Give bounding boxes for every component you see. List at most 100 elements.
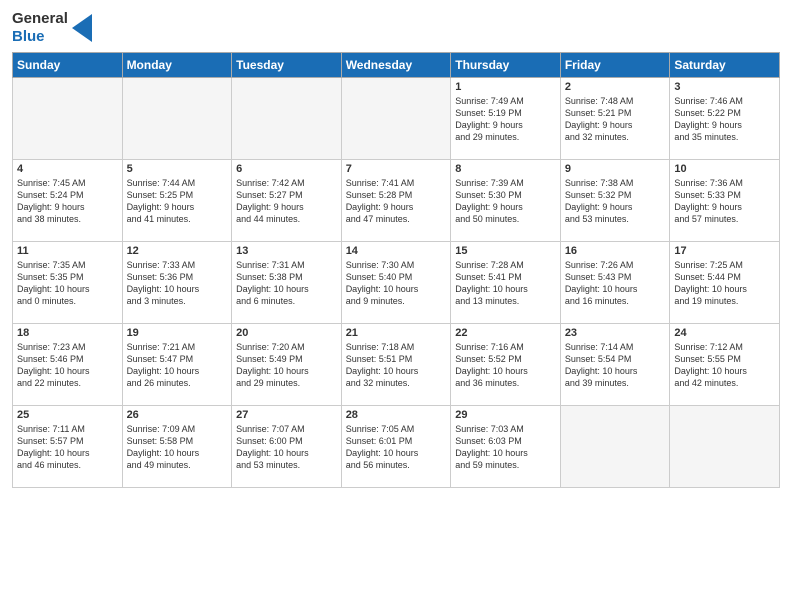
day-number: 4 (17, 163, 118, 175)
day-header-wednesday: Wednesday (341, 53, 451, 78)
day-info: Sunrise: 7:46 AM Sunset: 5:22 PM Dayligh… (674, 95, 775, 144)
calendar-cell (232, 78, 342, 160)
calendar-header-row: SundayMondayTuesdayWednesdayThursdayFrid… (13, 53, 780, 78)
day-info: Sunrise: 7:23 AM Sunset: 5:46 PM Dayligh… (17, 341, 118, 390)
calendar-cell: 25 Sunrise: 7:11 AM Sunset: 5:57 PM Dayli… (13, 406, 123, 488)
day-header-tuesday: Tuesday (232, 53, 342, 78)
calendar-cell: 1 Sunrise: 7:49 AM Sunset: 5:19 PM Daylig… (451, 78, 561, 160)
calendar-cell: 22Sunrise: 7:16 AM Sunset: 5:52 PM Dayli… (451, 324, 561, 406)
calendar-cell (670, 406, 780, 488)
day-number: 26 (127, 409, 228, 421)
day-number: 24 (674, 327, 775, 339)
day-info: Sunrise: 7:44 AM Sunset: 5:25 PM Dayligh… (127, 177, 228, 226)
calendar-cell: 6Sunrise: 7:42 AM Sunset: 5:27 PM Daylig… (232, 160, 342, 242)
day-number: 8 (455, 163, 556, 175)
calendar-cell: 16Sunrise: 7:26 AM Sunset: 5:43 PM Dayli… (560, 242, 670, 324)
day-info: Sunrise: 7:31 AM Sunset: 5:38 PM Dayligh… (236, 259, 337, 308)
day-number: 25 (17, 409, 118, 421)
calendar-week-row: 11 Sunrise: 7:35 AM Sunset: 5:35 PM Dayli… (13, 242, 780, 324)
calendar-cell: 5 Sunrise: 7:44 AM Sunset: 5:25 PM Daylig… (122, 160, 232, 242)
day-number: 1 (455, 81, 556, 93)
calendar-cell (13, 78, 123, 160)
calendar-week-row: 25 Sunrise: 7:11 AM Sunset: 5:57 PM Dayli… (13, 406, 780, 488)
day-info: Sunrise: 7:20 AM Sunset: 5:49 PM Dayligh… (236, 341, 337, 390)
day-number: 20 (236, 327, 337, 339)
day-number: 5 (127, 163, 228, 175)
calendar-cell (341, 78, 451, 160)
day-info: Sunrise: 7:26 AM Sunset: 5:43 PM Dayligh… (565, 259, 666, 308)
day-number: 12 (127, 245, 228, 257)
logo: GeneralBlue (12, 10, 92, 46)
calendar-cell: 21 Sunrise: 7:18 AM Sunset: 5:51 PM Dayli… (341, 324, 451, 406)
day-header-saturday: Saturday (670, 53, 780, 78)
calendar-cell: 24Sunrise: 7:12 AM Sunset: 5:55 PM Dayli… (670, 324, 780, 406)
day-number: 18 (17, 327, 118, 339)
day-info: Sunrise: 7:30 AM Sunset: 5:40 PM Dayligh… (346, 259, 447, 308)
calendar-cell (122, 78, 232, 160)
day-header-sunday: Sunday (13, 53, 123, 78)
calendar-cell: 10Sunrise: 7:36 AM Sunset: 5:33 PM Dayli… (670, 160, 780, 242)
day-info: Sunrise: 7:49 AM Sunset: 5:19 PM Dayligh… (455, 95, 556, 144)
day-number: 13 (236, 245, 337, 257)
day-info: Sunrise: 7:25 AM Sunset: 5:44 PM Dayligh… (674, 259, 775, 308)
day-info: Sunrise: 7:42 AM Sunset: 5:27 PM Dayligh… (236, 177, 337, 226)
calendar-cell (560, 406, 670, 488)
day-number: 14 (346, 245, 447, 257)
calendar-cell: 18 Sunrise: 7:23 AM Sunset: 5:46 PM Dayli… (13, 324, 123, 406)
calendar-cell: 27 Sunrise: 7:07 AM Sunset: 6:00 PM Dayli… (232, 406, 342, 488)
day-header-monday: Monday (122, 53, 232, 78)
day-header-friday: Friday (560, 53, 670, 78)
day-info: Sunrise: 7:11 AM Sunset: 5:57 PM Dayligh… (17, 423, 118, 472)
day-info: Sunrise: 7:05 AM Sunset: 6:01 PM Dayligh… (346, 423, 447, 472)
calendar-cell: 28 Sunrise: 7:05 AM Sunset: 6:01 PM Dayli… (341, 406, 451, 488)
day-info: Sunrise: 7:39 AM Sunset: 5:30 PM Dayligh… (455, 177, 556, 226)
day-number: 29 (455, 409, 556, 421)
calendar-cell: 3Sunrise: 7:46 AM Sunset: 5:22 PM Daylig… (670, 78, 780, 160)
day-info: Sunrise: 7:35 AM Sunset: 5:35 PM Dayligh… (17, 259, 118, 308)
calendar-cell: 2 Sunrise: 7:48 AM Sunset: 5:21 PM Daylig… (560, 78, 670, 160)
calendar-cell: 8 Sunrise: 7:39 AM Sunset: 5:30 PM Daylig… (451, 160, 561, 242)
day-info: Sunrise: 7:16 AM Sunset: 5:52 PM Dayligh… (455, 341, 556, 390)
day-number: 11 (17, 245, 118, 257)
header: GeneralBlue (12, 10, 780, 46)
calendar-cell: 7 Sunrise: 7:41 AM Sunset: 5:28 PM Daylig… (341, 160, 451, 242)
calendar-cell: 26 Sunrise: 7:09 AM Sunset: 5:58 PM Dayli… (122, 406, 232, 488)
day-info: Sunrise: 7:48 AM Sunset: 5:21 PM Dayligh… (565, 95, 666, 144)
calendar-cell: 12 Sunrise: 7:33 AM Sunset: 5:36 PM Dayli… (122, 242, 232, 324)
day-info: Sunrise: 7:33 AM Sunset: 5:36 PM Dayligh… (127, 259, 228, 308)
logo-text: GeneralBlue (12, 10, 68, 46)
day-number: 23 (565, 327, 666, 339)
day-number: 19 (127, 327, 228, 339)
calendar-cell: 23 Sunrise: 7:14 AM Sunset: 5:54 PM Dayli… (560, 324, 670, 406)
day-number: 21 (346, 327, 447, 339)
day-info: Sunrise: 7:09 AM Sunset: 5:58 PM Dayligh… (127, 423, 228, 472)
calendar-week-row: 1 Sunrise: 7:49 AM Sunset: 5:19 PM Daylig… (13, 78, 780, 160)
calendar-week-row: 18 Sunrise: 7:23 AM Sunset: 5:46 PM Dayli… (13, 324, 780, 406)
day-number: 2 (565, 81, 666, 93)
day-info: Sunrise: 7:41 AM Sunset: 5:28 PM Dayligh… (346, 177, 447, 226)
calendar-cell: 11 Sunrise: 7:35 AM Sunset: 5:35 PM Dayli… (13, 242, 123, 324)
day-info: Sunrise: 7:38 AM Sunset: 5:32 PM Dayligh… (565, 177, 666, 226)
calendar-table: SundayMondayTuesdayWednesdayThursdayFrid… (12, 52, 780, 488)
calendar-cell: 9 Sunrise: 7:38 AM Sunset: 5:32 PM Daylig… (560, 160, 670, 242)
calendar-cell: 4 Sunrise: 7:45 AM Sunset: 5:24 PM Daylig… (13, 160, 123, 242)
day-number: 28 (346, 409, 447, 421)
day-info: Sunrise: 7:07 AM Sunset: 6:00 PM Dayligh… (236, 423, 337, 472)
calendar-week-row: 4 Sunrise: 7:45 AM Sunset: 5:24 PM Daylig… (13, 160, 780, 242)
day-number: 7 (346, 163, 447, 175)
day-info: Sunrise: 7:45 AM Sunset: 5:24 PM Dayligh… (17, 177, 118, 226)
page-container: GeneralBlue SundayMondayTuesdayWednesday… (0, 0, 792, 612)
day-info: Sunrise: 7:14 AM Sunset: 5:54 PM Dayligh… (565, 341, 666, 390)
calendar-cell: 29 Sunrise: 7:03 AM Sunset: 6:03 PM Dayli… (451, 406, 561, 488)
day-number: 9 (565, 163, 666, 175)
day-info: Sunrise: 7:03 AM Sunset: 6:03 PM Dayligh… (455, 423, 556, 472)
day-info: Sunrise: 7:28 AM Sunset: 5:41 PM Dayligh… (455, 259, 556, 308)
calendar-cell: 15 Sunrise: 7:28 AM Sunset: 5:41 PM Dayli… (451, 242, 561, 324)
day-info: Sunrise: 7:18 AM Sunset: 5:51 PM Dayligh… (346, 341, 447, 390)
day-number: 15 (455, 245, 556, 257)
calendar-cell: 20 Sunrise: 7:20 AM Sunset: 5:49 PM Dayli… (232, 324, 342, 406)
calendar-cell: 14 Sunrise: 7:30 AM Sunset: 5:40 PM Dayli… (341, 242, 451, 324)
day-info: Sunrise: 7:36 AM Sunset: 5:33 PM Dayligh… (674, 177, 775, 226)
day-number: 27 (236, 409, 337, 421)
logo-bird-icon (72, 14, 92, 42)
